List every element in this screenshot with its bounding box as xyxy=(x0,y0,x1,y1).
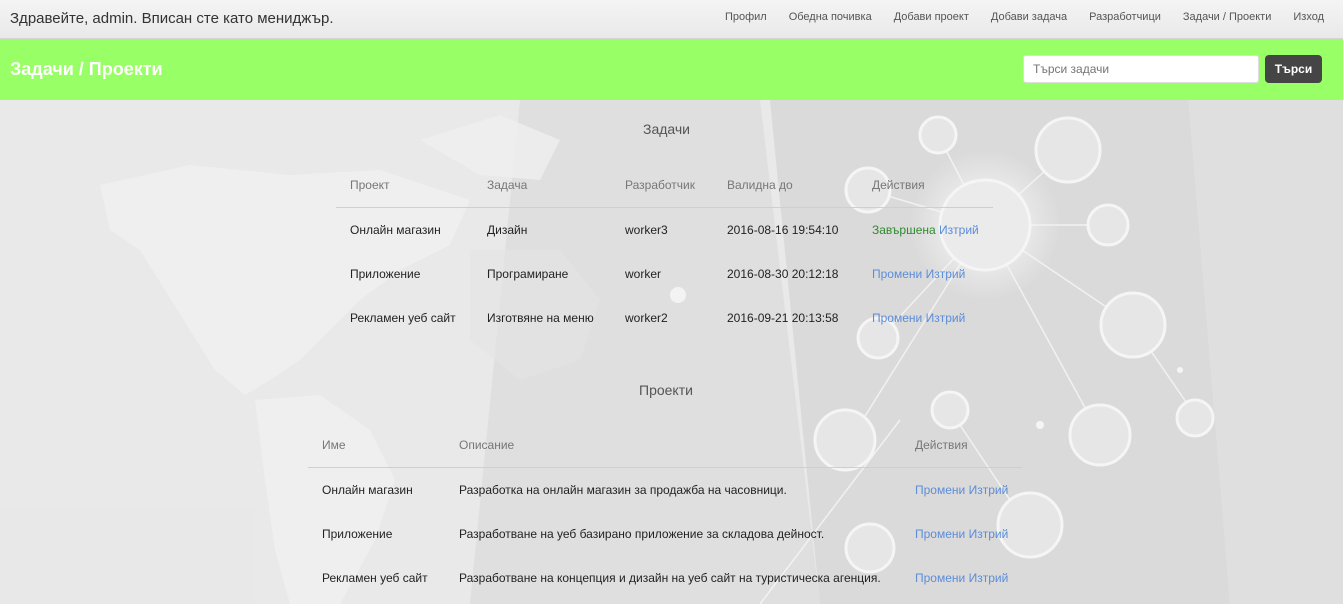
nav-link-lunch-break[interactable]: Обедна почивка xyxy=(778,11,883,23)
cell-description: Разработване на уеб базирано приложение … xyxy=(459,527,825,541)
projects-table-header: Име Описание Действия xyxy=(308,423,1023,468)
edit-link[interactable]: Промени xyxy=(915,483,965,497)
cell-actions: Промени Изтрий xyxy=(901,556,1022,600)
projects-table: Име Описание Действия Онлайн магазин Раз… xyxy=(308,423,1023,600)
projects-section-title: Проекти xyxy=(639,382,693,398)
delete-link[interactable]: Изтрий xyxy=(926,311,966,325)
edit-link[interactable]: Промени xyxy=(872,267,922,281)
cell-developer: worker2 xyxy=(625,311,668,325)
delete-link[interactable]: Изтрий xyxy=(969,571,1009,585)
search-input[interactable] xyxy=(1023,55,1259,83)
column-header-description: Описание xyxy=(459,438,515,452)
cell-actions: Промени Изтрий xyxy=(858,252,993,296)
cell-actions: Промени Изтрий xyxy=(858,296,993,340)
cell-name: Онлайн магазин xyxy=(322,483,413,497)
table-row: Онлайн магазин Дизайн worker3 2016-08-16… xyxy=(336,208,993,253)
cell-task: Дизайн xyxy=(487,223,528,237)
delete-link[interactable]: Изтрий xyxy=(969,483,1009,497)
cell-task: Програмиране xyxy=(487,267,569,281)
edit-link[interactable]: Промени xyxy=(872,311,922,325)
status-completed: Завършена xyxy=(872,223,936,237)
table-row: Приложение Разработване на уеб базирано … xyxy=(308,512,1022,556)
column-header-task: Задача xyxy=(487,178,528,192)
column-header-project: Проект xyxy=(350,178,390,192)
cell-name: Рекламен уеб сайт xyxy=(322,571,428,585)
cell-project: Рекламен уеб сайт xyxy=(350,311,456,325)
page-title: Задачи / Проекти xyxy=(10,59,163,79)
tasks-section-title: Задачи xyxy=(643,121,691,137)
top-navbar: Здравейте, admin. Вписан сте като менидж… xyxy=(0,0,1343,39)
tasks-table: Проект Задача Разработчик Валидна до Дей… xyxy=(336,163,993,340)
cell-actions: Завършена Изтрий xyxy=(858,208,993,253)
cell-valid-until: 2016-09-21 20:13:58 xyxy=(727,311,839,325)
cell-actions: Промени Изтрий xyxy=(901,512,1022,556)
cell-valid-until: 2016-08-16 19:54:10 xyxy=(727,223,839,237)
nav-link-developers[interactable]: Разработчици xyxy=(1078,11,1172,23)
nav-link-logout[interactable]: Изход xyxy=(1282,11,1335,23)
page-header: Задачи / Проекти Търси xyxy=(0,39,1343,100)
greeting-text: Здравейте, admin. Вписан сте като менидж… xyxy=(10,10,334,27)
nav-menu: Профил Обедна почивка Добави проект Доба… xyxy=(714,11,1335,23)
column-header-actions: Действия xyxy=(872,178,925,192)
nav-link-tasks-projects[interactable]: Задачи / Проекти xyxy=(1172,11,1282,23)
nav-link-profile[interactable]: Профил xyxy=(714,11,778,23)
cell-description: Разработване на концепция и дизайн на уе… xyxy=(459,571,881,585)
nav-link-add-task[interactable]: Добави задача xyxy=(980,11,1078,23)
tasks-table-header: Проект Задача Разработчик Валидна до Дей… xyxy=(336,163,993,208)
delete-link[interactable]: Изтрий xyxy=(969,527,1009,541)
edit-link[interactable]: Промени xyxy=(915,571,965,585)
edit-link[interactable]: Промени xyxy=(915,527,965,541)
table-row: Рекламен уеб сайт Разработване на концеп… xyxy=(308,556,1022,600)
column-header-name: Име xyxy=(322,438,346,452)
table-row: Приложение Програмиране worker 2016-08-3… xyxy=(336,252,993,296)
column-header-valid-until: Валидна до xyxy=(727,178,793,192)
cell-project: Приложение xyxy=(350,267,421,281)
cell-task: Изготвяне на меню xyxy=(487,311,594,325)
cell-developer: worker3 xyxy=(625,223,668,237)
cell-valid-until: 2016-08-30 20:12:18 xyxy=(727,267,839,281)
column-header-developer: Разработчик xyxy=(625,178,695,192)
nav-link-add-project[interactable]: Добави проект xyxy=(883,11,980,23)
search-button[interactable]: Търси xyxy=(1265,55,1322,83)
cell-actions: Промени Изтрий xyxy=(901,468,1022,513)
cell-project: Онлайн магазин xyxy=(350,223,441,237)
main-content: Задачи Проект Задача Разработчик Валидна… xyxy=(0,100,1343,604)
column-header-actions: Действия xyxy=(915,438,968,452)
cell-description: Разработка на онлайн магазин за продажба… xyxy=(459,483,787,497)
table-row: Рекламен уеб сайт Изготвяне на меню work… xyxy=(336,296,993,340)
delete-link[interactable]: Изтрий xyxy=(939,223,979,237)
cell-developer: worker xyxy=(625,267,662,281)
delete-link[interactable]: Изтрий xyxy=(926,267,966,281)
table-row: Онлайн магазин Разработка на онлайн мага… xyxy=(308,468,1022,513)
cell-name: Приложение xyxy=(322,527,393,541)
